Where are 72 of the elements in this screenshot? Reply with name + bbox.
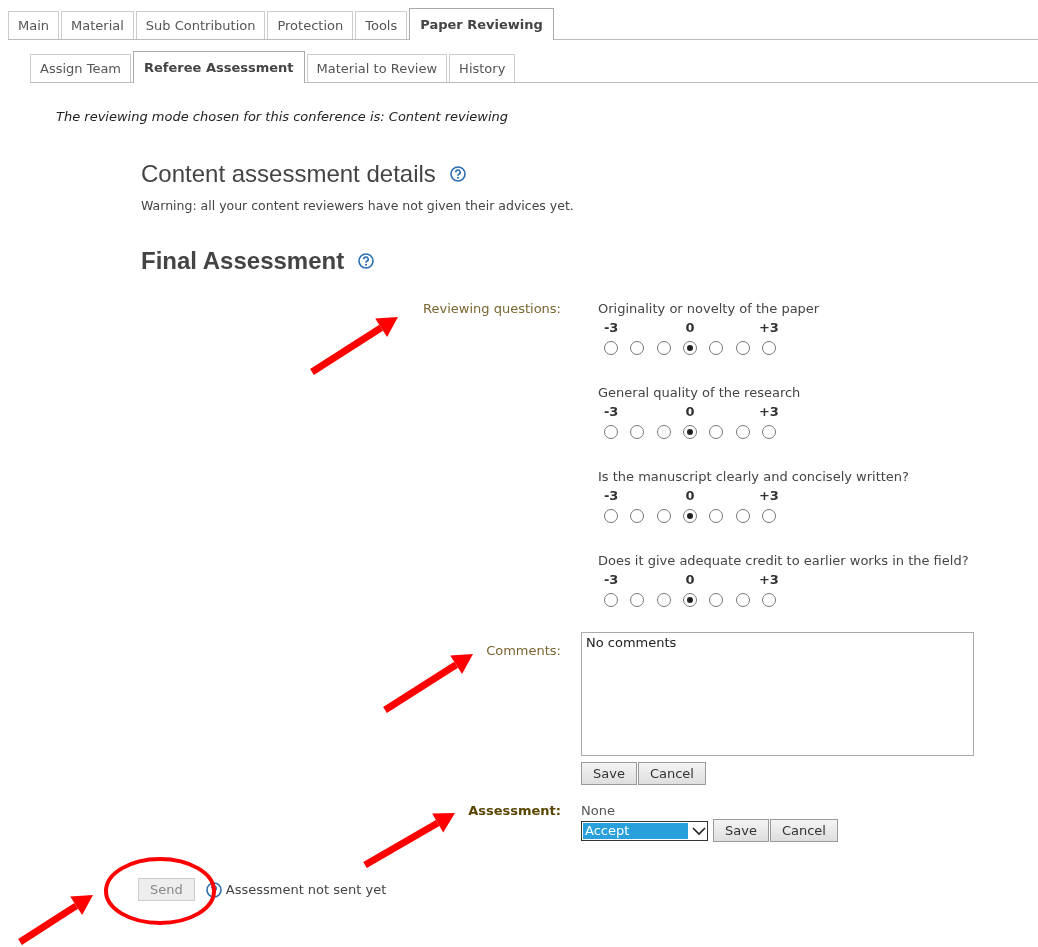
field-label: Assessment: [468, 803, 561, 818]
scale-label: -3 [602, 572, 620, 587]
radio-button[interactable] [604, 593, 619, 607]
comments-field[interactable]: No comments [581, 632, 974, 756]
form-button[interactable]: Save [581, 762, 637, 785]
tab[interactable]: Tools [355, 11, 408, 39]
question-text: Is the manuscript clearly and concisely written? [598, 469, 910, 484]
radio-button[interactable] [709, 341, 724, 355]
scale-label: +3 [757, 320, 780, 335]
subtab[interactable]: Assign Team [30, 54, 132, 82]
radio-button[interactable] [604, 341, 619, 355]
radio-button[interactable] [604, 425, 619, 439]
radio-button[interactable] [630, 425, 645, 439]
scale-label: -3 [602, 320, 620, 335]
tab[interactable]: Material [61, 11, 134, 39]
radio-button[interactable] [761, 425, 776, 439]
radio-button[interactable] [656, 509, 671, 523]
radio-button[interactable] [683, 425, 698, 439]
scale-label: +3 [757, 404, 780, 419]
radio-button[interactable] [735, 593, 750, 607]
question-text: Does it give adequate credit to earlier works in the field? [598, 553, 970, 568]
radio-button[interactable] [683, 341, 698, 355]
scale-label: 0 [684, 572, 696, 587]
form-button[interactable]: Cancel [637, 762, 706, 785]
scale-label: -3 [602, 404, 620, 419]
radio-button[interactable] [630, 509, 645, 523]
question-text: General quality of the research [598, 385, 802, 400]
scale-label: 0 [684, 320, 696, 335]
scale-label: -3 [602, 488, 620, 503]
help-icon[interactable] [449, 166, 466, 182]
radio-button[interactable] [735, 425, 750, 439]
radio-button[interactable] [761, 593, 776, 607]
radio-button[interactable] [761, 509, 776, 523]
tab[interactable]: Paper Reviewing [409, 8, 554, 40]
radio-button[interactable] [656, 593, 671, 607]
subtab[interactable]: Material to Review [306, 54, 448, 82]
field-label: Reviewing questions: [423, 301, 561, 316]
tab[interactable]: Protection [267, 11, 354, 39]
radio-button[interactable] [604, 509, 619, 523]
tab[interactable]: Main [8, 11, 60, 39]
form-button[interactable]: Save [713, 819, 769, 842]
scale-label: +3 [757, 572, 780, 587]
section-title: Content assessment details [141, 160, 436, 188]
mode-note: The reviewing mode chosen for this conference is: Content reviewing [56, 109, 510, 124]
radio-button[interactable] [656, 425, 671, 439]
field-label: Comments: [486, 643, 561, 658]
subtab[interactable]: History [449, 54, 516, 82]
radio-button[interactable] [630, 341, 645, 355]
radio-button[interactable] [761, 341, 776, 355]
warning-text: Warning: all your content reviewers have not given their advices yet. [141, 198, 575, 213]
scale-label: 0 [684, 404, 696, 419]
scale-label: +3 [757, 488, 780, 503]
question-text: Originality or novelty of the paper [598, 301, 821, 316]
subtab[interactable]: Referee Assessment [133, 51, 305, 83]
radio-button[interactable] [709, 509, 724, 523]
radio-button[interactable] [735, 341, 750, 355]
radio-button[interactable] [656, 341, 671, 355]
radio-button[interactable] [683, 593, 698, 607]
send-status: Assessment not sent yet [225, 882, 387, 897]
help-icon[interactable] [358, 253, 375, 269]
section-title: Final Assessment [141, 247, 345, 275]
help-icon[interactable] [205, 881, 222, 898]
form-button[interactable]: Cancel [769, 819, 838, 842]
radio-button[interactable] [630, 593, 645, 607]
tab[interactable]: Sub Contribution [135, 11, 266, 39]
radio-button[interactable] [683, 509, 698, 523]
scale-label: 0 [684, 488, 696, 503]
radio-button[interactable] [735, 509, 750, 523]
current-assessment: None [581, 803, 616, 818]
radio-button[interactable] [709, 425, 724, 439]
chevron-icon [692, 825, 706, 836]
radio-button[interactable] [709, 593, 724, 607]
